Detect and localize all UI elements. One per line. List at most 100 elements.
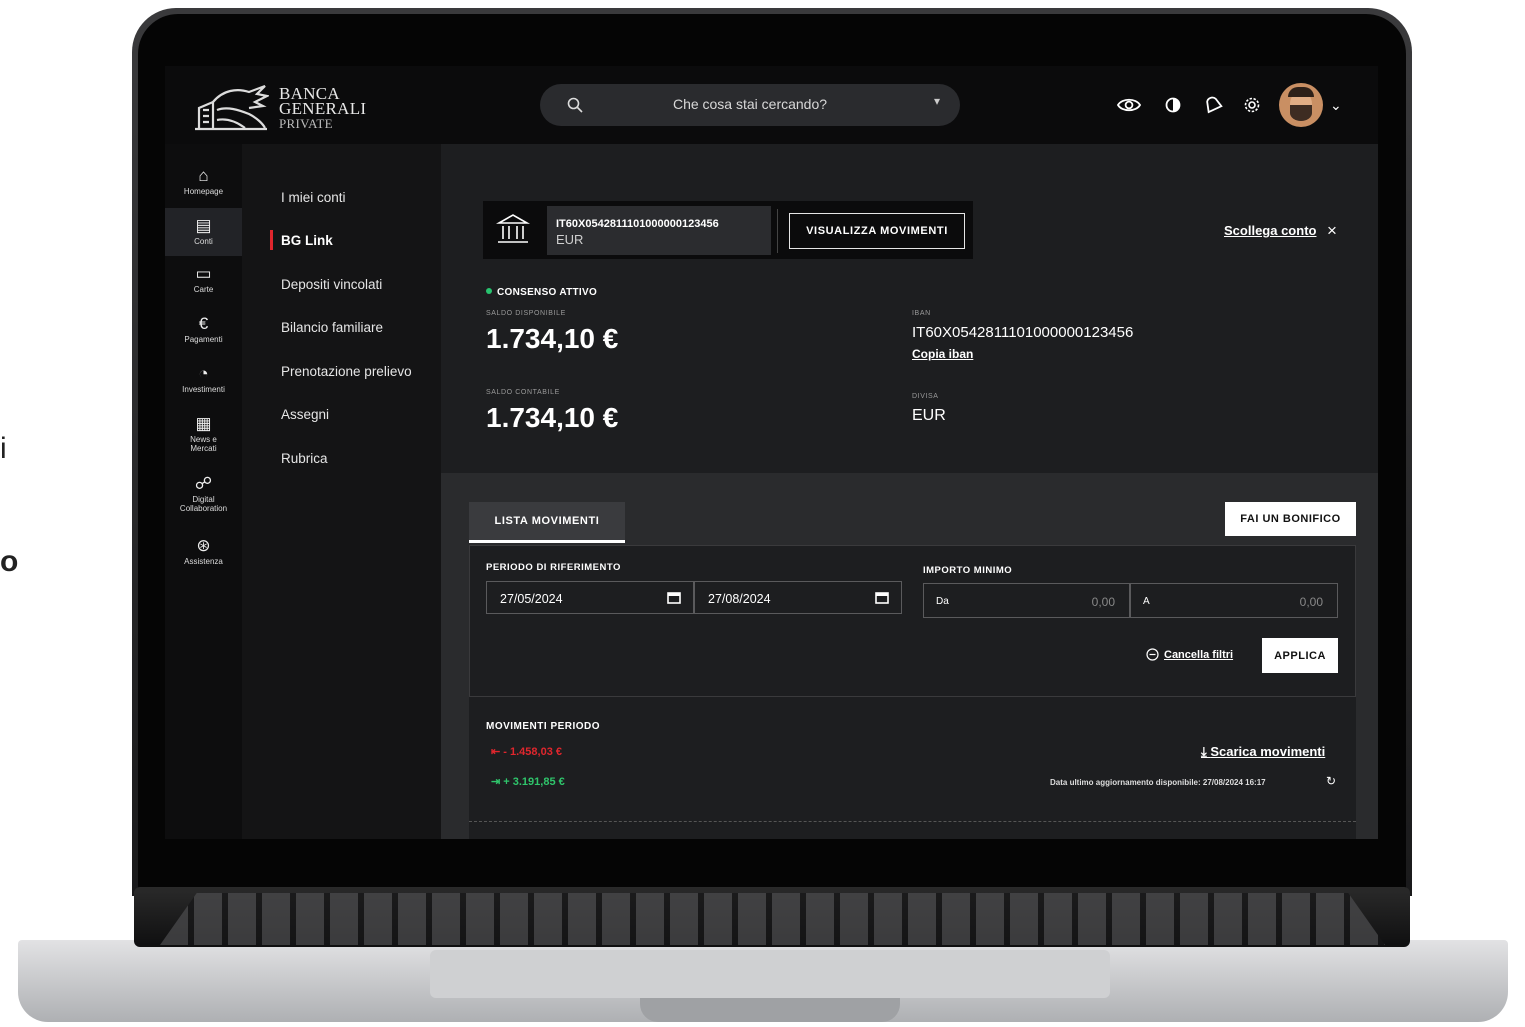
divider <box>777 209 778 253</box>
date-from-field[interactable]: 27/05/2024 <box>486 581 694 614</box>
keyboard-keys <box>160 893 1385 945</box>
news-icon: ▦ <box>195 414 212 433</box>
rail-item-carte[interactable]: ▭ Carte <box>165 264 242 294</box>
subnav-item-depositi-vincolati[interactable]: Depositi vincolati <box>281 277 382 292</box>
amount-label: IMPORTO MINIMO <box>923 565 1013 576</box>
rail-item-pagamenti[interactable]: € Pagamenti <box>165 314 242 344</box>
handshake-icon: ☍ <box>194 474 213 493</box>
rail-label: Assistenza <box>184 557 223 566</box>
eye-icon[interactable] <box>1117 94 1141 116</box>
rail-label: Carte <box>193 285 214 294</box>
outflow-value: ⇤ - 1.458,03 € <box>491 745 562 758</box>
last-update-text: Data ultimo aggiornamento disponibile: 2… <box>1050 778 1266 787</box>
amount-to-label: A <box>1143 596 1150 607</box>
account-selector[interactable] <box>547 206 771 255</box>
view-movements-button[interactable]: VISUALIZZA MOVIMENTI <box>789 213 965 249</box>
inflow-value: ⇥ + 3.191,85 € <box>491 775 565 788</box>
period-movements-title: MOVIMENTI PERIODO <box>486 721 601 732</box>
account-currency: EUR <box>556 232 584 247</box>
subnav-item-prenotazione-prelievo[interactable]: Prenotazione prelievo <box>281 364 412 379</box>
available-balance-value: 1.734,10 € <box>486 323 619 354</box>
subnav-item-assegni[interactable]: Assegni <box>281 407 329 422</box>
outflow-arrow-icon: ⇤ <box>491 746 504 758</box>
search-input[interactable]: Che cosa stai cercando? <box>540 96 960 112</box>
amount-from-label: Da <box>936 596 949 607</box>
laptop-notch <box>640 998 900 1022</box>
rail-label: Homepage <box>183 187 224 196</box>
app-screen: BANCA GENERALI PRIVATE Che cosa stai cer… <box>165 66 1378 839</box>
trackpad <box>430 950 1110 998</box>
rail-item-investimenti[interactable]: ◔ Investimenti <box>165 364 242 394</box>
rail-item-homepage[interactable]: ⌂ Homepage <box>165 166 242 196</box>
refresh-icon[interactable]: ↻ <box>1326 774 1336 788</box>
avatar[interactable] <box>1279 83 1323 127</box>
background-text-2: o <box>0 545 19 578</box>
rail-label: Pagamenti <box>184 335 223 344</box>
amount-to-placeholder: 0,00 <box>1299 595 1323 609</box>
top-bar: BANCA GENERALI PRIVATE Che cosa stai cer… <box>165 66 1378 144</box>
minus-circle-icon[interactable] <box>1146 648 1159 661</box>
logo-line-3: PRIVATE <box>279 116 333 131</box>
download-label: Scarica movimenti <box>1210 744 1326 759</box>
bell-icon[interactable] <box>1200 94 1224 116</box>
home-icon: ⌂ <box>198 166 209 185</box>
tab-lista-movimenti[interactable]: LISTA MOVIMENTI <box>469 502 625 543</box>
subnav-item-rubrica[interactable]: Rubrica <box>281 451 328 466</box>
copy-iban-link[interactable]: Copia iban <box>912 347 973 361</box>
iban-value: IT60X0542811101000000123456 <box>912 324 1134 341</box>
contrast-icon[interactable] <box>1161 94 1185 116</box>
active-indicator <box>270 230 273 250</box>
transfer-button[interactable]: FAI UN BONIFICO <box>1225 502 1356 536</box>
date-from-value: 27/05/2024 <box>500 592 563 606</box>
date-to-value: 27/08/2024 <box>708 592 771 606</box>
lifebuoy-icon: ⊛ <box>196 536 211 555</box>
status-dot-icon <box>486 288 492 294</box>
inflow-arrow-icon: ⇥ <box>491 776 504 788</box>
inflow-amount: + 3.191,85 € <box>503 776 565 788</box>
subnav-item-i-miei-conti[interactable]: I miei conti <box>281 190 346 205</box>
account-iban: IT60X0542811101000000123456 <box>556 218 719 230</box>
consent-status: CONSENSO ATTIVO <box>486 287 597 298</box>
rail-item-conti[interactable]: ▤ Conti <box>165 208 242 256</box>
date-to-field[interactable]: 27/08/2024 <box>694 581 902 614</box>
rail-item-assistenza[interactable]: ⊛ Assistenza <box>165 536 242 566</box>
rail-item-digital-collaboration[interactable]: ☍ Digital Collaboration <box>165 474 242 513</box>
database-icon: ▤ <box>195 216 212 235</box>
close-icon[interactable]: × <box>1327 221 1337 241</box>
calendar-icon[interactable] <box>667 591 681 604</box>
sub-navigation: I miei conti BG Link Depositi vincolati … <box>242 144 441 839</box>
subnav-item-bg-link[interactable]: BG Link <box>281 233 333 248</box>
bank-icon <box>495 214 531 243</box>
calendar-icon[interactable] <box>875 591 889 604</box>
rail-label: Investimenti <box>182 385 225 394</box>
dashed-divider <box>469 821 1356 822</box>
subnav-item-bilancio-familiare[interactable]: Bilancio familiare <box>281 320 383 335</box>
amount-from-field[interactable]: Da 0,00 <box>923 583 1130 618</box>
chevron-down-icon[interactable]: ⌄ <box>1330 97 1342 114</box>
amount-to-field[interactable]: A 0,00 <box>1130 583 1338 618</box>
amount-from-placeholder: 0,00 <box>1091 595 1115 609</box>
search-dropdown-icon[interactable]: ▾ <box>934 94 940 108</box>
rail-label: Collaboration <box>179 504 228 513</box>
pie-icon: ◔ <box>198 364 209 383</box>
download-movements-link[interactable]: ⤓ Scarica movimenti <box>1201 744 1325 760</box>
card-icon: ▭ <box>195 264 212 283</box>
gear-icon[interactable] <box>1240 94 1264 116</box>
rail-label: Conti <box>194 237 213 246</box>
currency-value: EUR <box>912 407 946 424</box>
accounting-balance-label: SALDO CONTABILE <box>486 389 560 396</box>
search-bar[interactable]: Che cosa stai cercando? ▾ <box>540 84 960 126</box>
rail-item-news[interactable]: ▦ News e Mercati <box>165 414 242 453</box>
period-movements <box>469 697 1356 839</box>
clear-filters-link[interactable]: Cancella filtri <box>1164 649 1233 661</box>
accounting-balance-value: 1.734,10 € <box>486 402 619 433</box>
consent-label: CONSENSO ATTIVO <box>497 287 598 298</box>
lion-logo-icon <box>195 84 269 131</box>
download-icon: ⤓ <box>1201 744 1211 759</box>
logo-line-2: GENERALI <box>279 99 367 118</box>
rail-label: Mercati <box>190 444 217 453</box>
background-text-1: i <box>0 432 7 465</box>
unlink-account-link[interactable]: Scollega conto <box>1224 223 1316 238</box>
rail-label: News e <box>190 435 217 444</box>
apply-button[interactable]: APPLICA <box>1262 638 1338 673</box>
